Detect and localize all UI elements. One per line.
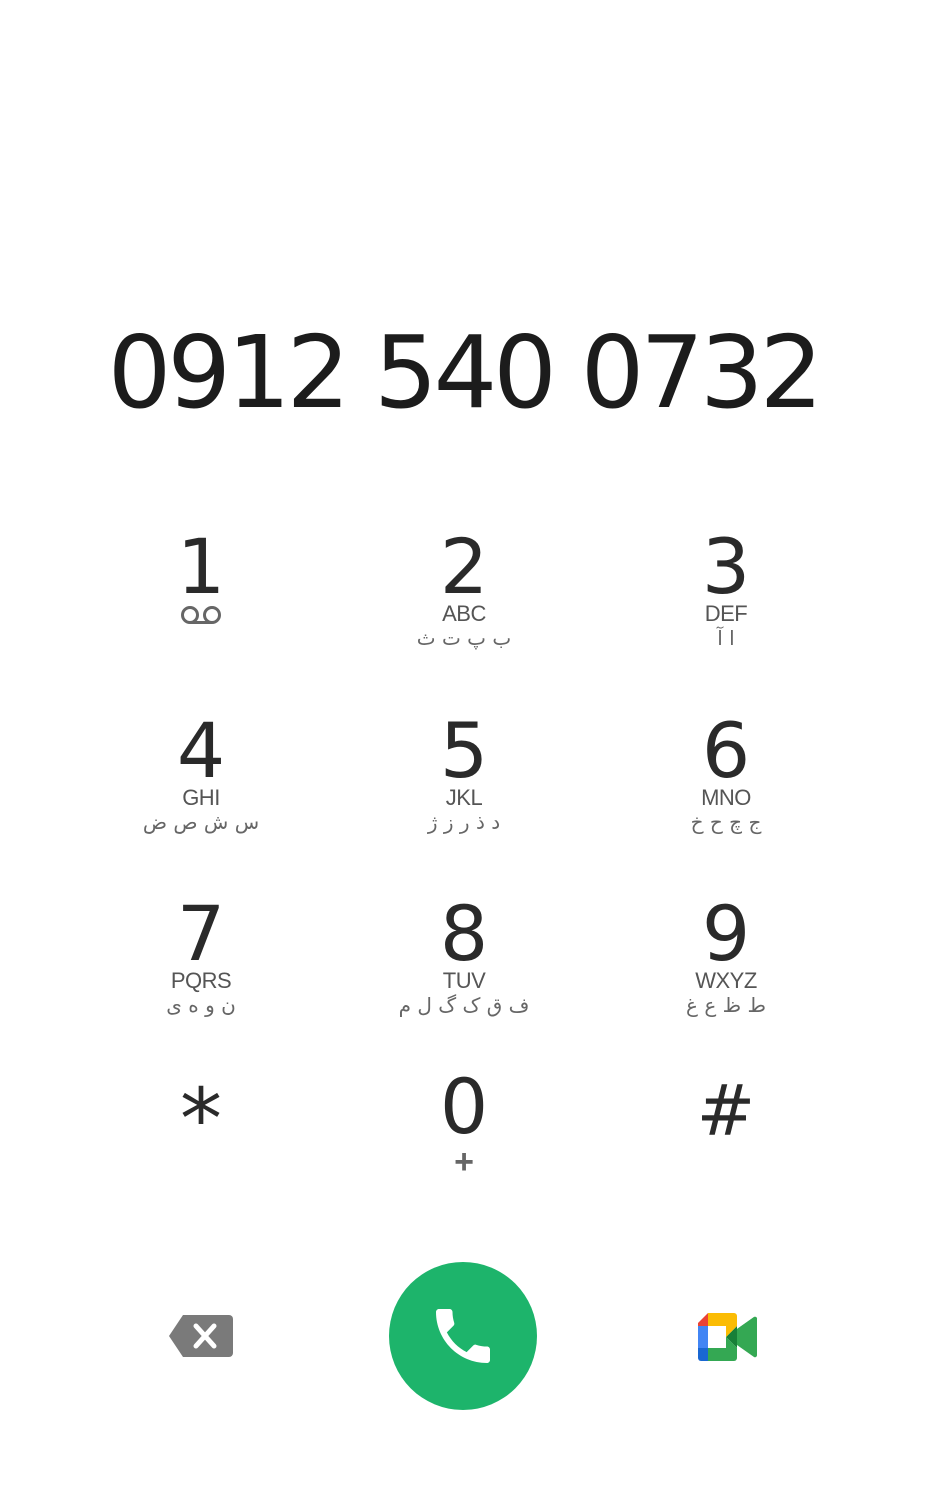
key-2[interactable]: 2 ABC ب پ ت ث bbox=[364, 522, 564, 672]
key-4[interactable]: 4 GHI س ش ص ض bbox=[101, 706, 301, 856]
key-0[interactable]: 0 + bbox=[364, 1062, 564, 1212]
phone-icon bbox=[436, 1309, 490, 1363]
key-persian-letters: س ش ص ض bbox=[142, 810, 260, 834]
key-letters: JKL bbox=[445, 785, 483, 810]
key-star[interactable]: * bbox=[101, 1066, 301, 1216]
key-letters: DEF bbox=[704, 601, 748, 626]
video-call-button[interactable] bbox=[696, 1311, 758, 1363]
key-digit: 9 bbox=[701, 889, 751, 978]
key-digit: 3 bbox=[701, 522, 751, 611]
key-9[interactable]: 9 WXYZ ط ظ ع غ bbox=[626, 889, 826, 1039]
key-letters: WXYZ bbox=[695, 968, 757, 993]
key-persian-letters: د ذ ر ز ژ bbox=[427, 810, 501, 834]
key-hash[interactable]: # bbox=[626, 1066, 826, 1216]
key-digit: 0 bbox=[439, 1062, 489, 1151]
backspace-button[interactable] bbox=[167, 1313, 235, 1359]
key-persian-letters: ف ق ک گ ل م bbox=[398, 993, 530, 1017]
key-letters: ABC bbox=[442, 601, 486, 626]
key-digit: 1 bbox=[176, 522, 226, 611]
key-persian-letters: ن و ه ی bbox=[166, 993, 236, 1017]
key-digit: 7 bbox=[176, 889, 226, 978]
key-persian-letters: ج چ ح خ bbox=[690, 810, 762, 834]
call-button[interactable] bbox=[389, 1262, 537, 1410]
key-letters: PQRS bbox=[170, 968, 232, 993]
google-meet-icon bbox=[698, 1313, 757, 1361]
key-1[interactable]: 1 bbox=[101, 522, 301, 672]
key-persian-letters: ط ظ ع غ bbox=[686, 993, 766, 1017]
key-persian-letters: ب پ ت ث bbox=[416, 626, 512, 650]
key-digit: 6 bbox=[701, 706, 751, 795]
voicemail-icon bbox=[101, 604, 301, 631]
key-digit: * bbox=[180, 1070, 222, 1168]
key-digit: 4 bbox=[176, 706, 226, 795]
key-plus: + bbox=[454, 1143, 474, 1181]
key-7[interactable]: 7 PQRS ن و ه ی bbox=[101, 889, 301, 1039]
key-digit: 5 bbox=[439, 706, 489, 795]
key-persian-letters: ا آ bbox=[717, 626, 735, 650]
backspace-icon bbox=[169, 1315, 233, 1357]
key-8[interactable]: 8 TUV ف ق ک گ ل م bbox=[364, 889, 564, 1039]
key-letters: TUV bbox=[442, 968, 486, 993]
key-digit: # bbox=[696, 1070, 756, 1152]
key-6[interactable]: 6 MNO ج چ ح خ bbox=[626, 706, 826, 856]
key-3[interactable]: 3 DEF ا آ bbox=[626, 522, 826, 672]
key-digit: 2 bbox=[439, 522, 489, 611]
key-letters: GHI bbox=[182, 785, 220, 810]
key-5[interactable]: 5 JKL د ذ ر ز ژ bbox=[364, 706, 564, 856]
key-digit: 8 bbox=[439, 889, 489, 978]
key-letters: MNO bbox=[701, 785, 751, 810]
